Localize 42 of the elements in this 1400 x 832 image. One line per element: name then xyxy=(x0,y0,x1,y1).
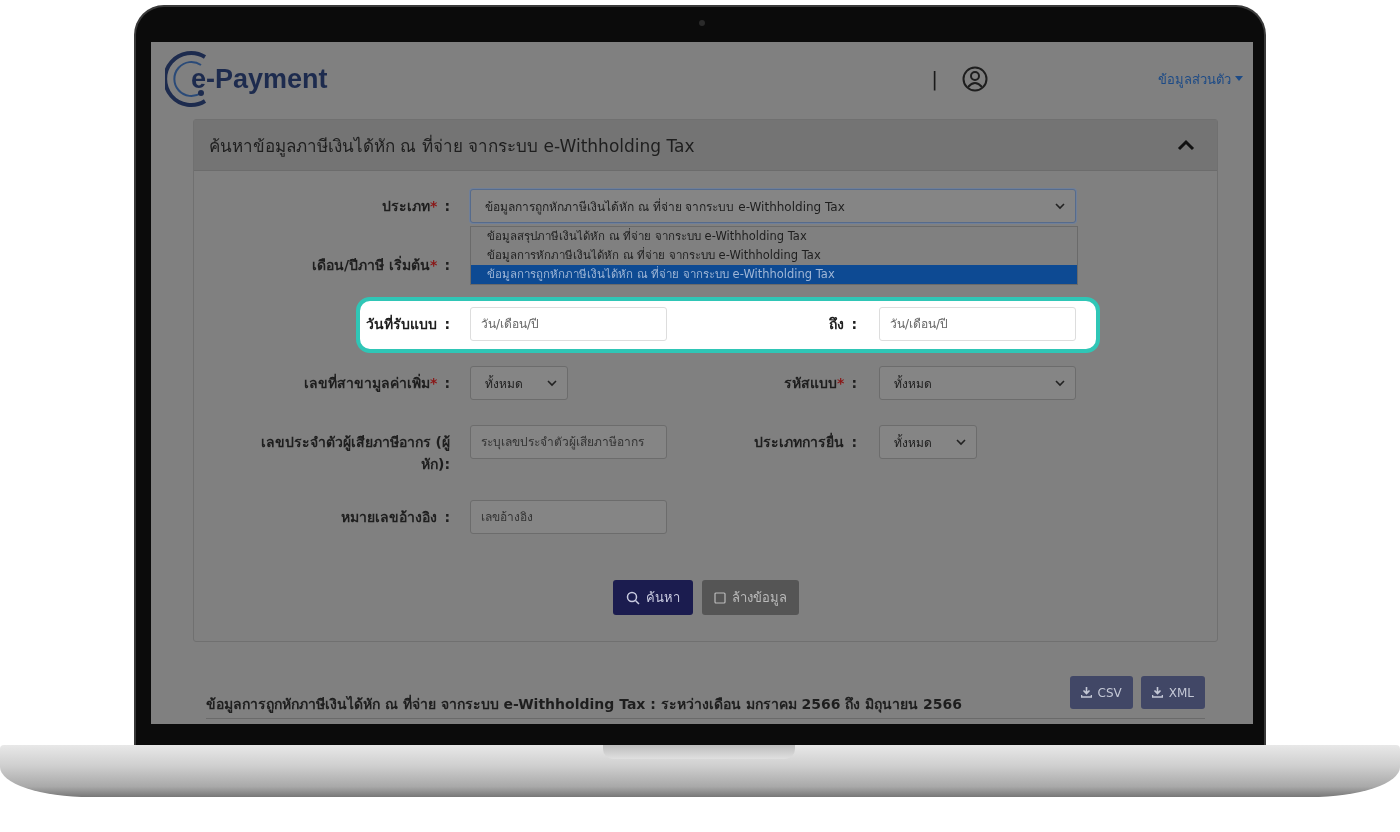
select-field[interactable]: ทั้งหมด xyxy=(470,366,568,400)
field-label: รหัสแบบ* : xyxy=(783,374,858,393)
panel-title: ค้นหาข้อมูลภาษีเงินได้หัก ณ ที่จ่าย จากระบบ e-Withholding Tax xyxy=(209,133,695,159)
input-field[interactable]: เลขอ้างอิง xyxy=(470,500,667,534)
field-label: เลขประจำตัวผู้เสียภาษีอากร (ผู้หัก): xyxy=(259,433,451,474)
field-label: ถึง : xyxy=(828,315,858,334)
dropdown-option[interactable]: ข้อมูลการถูกหักภาษีเงินได้หัก ณ ที่จ่าย จากระบบ e-Withholding Tax xyxy=(471,265,1077,284)
input-field[interactable]: ระบุเลขประจำตัวผู้เสียภาษีอากร xyxy=(470,425,667,459)
search-icon xyxy=(625,590,640,605)
field-label: เดือน/ปีภาษี เริ่มต้น* : xyxy=(311,254,451,275)
square-icon xyxy=(713,591,726,604)
logo-text: e-Payment xyxy=(191,63,328,95)
user-menu[interactable]: ข้อมูลส่วนตัว xyxy=(1158,68,1243,90)
field-label: ประเภท* : xyxy=(381,197,451,216)
user-icon[interactable] xyxy=(962,66,988,92)
dropdown-option[interactable]: ข้อมูลสรุปภาษีเงินได้หัก ณ ที่จ่าย จากระบบ e-Withholding Tax xyxy=(471,227,1077,246)
separator: | xyxy=(931,67,938,91)
panel-header[interactable]: ค้นหาข้อมูลภาษีเงินได้หัก ณ ที่จ่าย จากระบบ e-Withholding Tax xyxy=(194,120,1217,171)
date-field[interactable]: วัน/เดือน/ปี xyxy=(879,307,1076,341)
chevron-up-icon[interactable] xyxy=(1177,139,1195,151)
date-field[interactable]: วัน/เดือน/ปี xyxy=(470,307,667,341)
search-button[interactable]: ค้นหา xyxy=(612,580,693,615)
field-label: ประเภทการยื่น : xyxy=(753,431,858,452)
clear-button[interactable]: ล้างข้อมูล xyxy=(701,580,799,615)
download-icon xyxy=(1151,687,1163,698)
chevron-down-icon xyxy=(1055,202,1065,210)
chevron-down-icon xyxy=(547,379,557,387)
select-field[interactable]: ทั้งหมด xyxy=(879,366,1076,400)
results-title: ข้อมูลการถูกหักภาษีเงินได้หัก ณ ที่จ่าย จากระบบ e-Withholding Tax : ระหว่างเดือน มกราคม 2566 ถึง มิถุนายน 2566 xyxy=(206,693,962,715)
camera-icon xyxy=(699,20,705,26)
chevron-down-icon xyxy=(956,438,966,446)
caret-icon xyxy=(1235,76,1243,82)
field-label: เลขที่สาขามูลค่าเพิ่ม* : xyxy=(303,372,451,394)
select-field[interactable]: ทั้งหมด xyxy=(879,425,977,459)
field-label: หมายเลขอ้างอิง : xyxy=(340,508,451,527)
select-field[interactable]: ข้อมูลการถูกหักภาษีเงินได้หัก ณ ที่จ่าย จากระบบ e-Withholding Tax xyxy=(470,189,1076,223)
export-button[interactable]: XML xyxy=(1140,676,1205,709)
export-button[interactable]: CSV xyxy=(1069,676,1133,709)
chevron-down-icon xyxy=(1055,379,1065,387)
field-label: วันที่รับแบบ : xyxy=(365,313,451,334)
download-icon xyxy=(1080,687,1092,698)
dropdown-option[interactable]: ข้อมูลการหักภาษีเงินได้หัก ณ ที่จ่าย จากระบบ e-Withholding Tax xyxy=(471,246,1077,265)
